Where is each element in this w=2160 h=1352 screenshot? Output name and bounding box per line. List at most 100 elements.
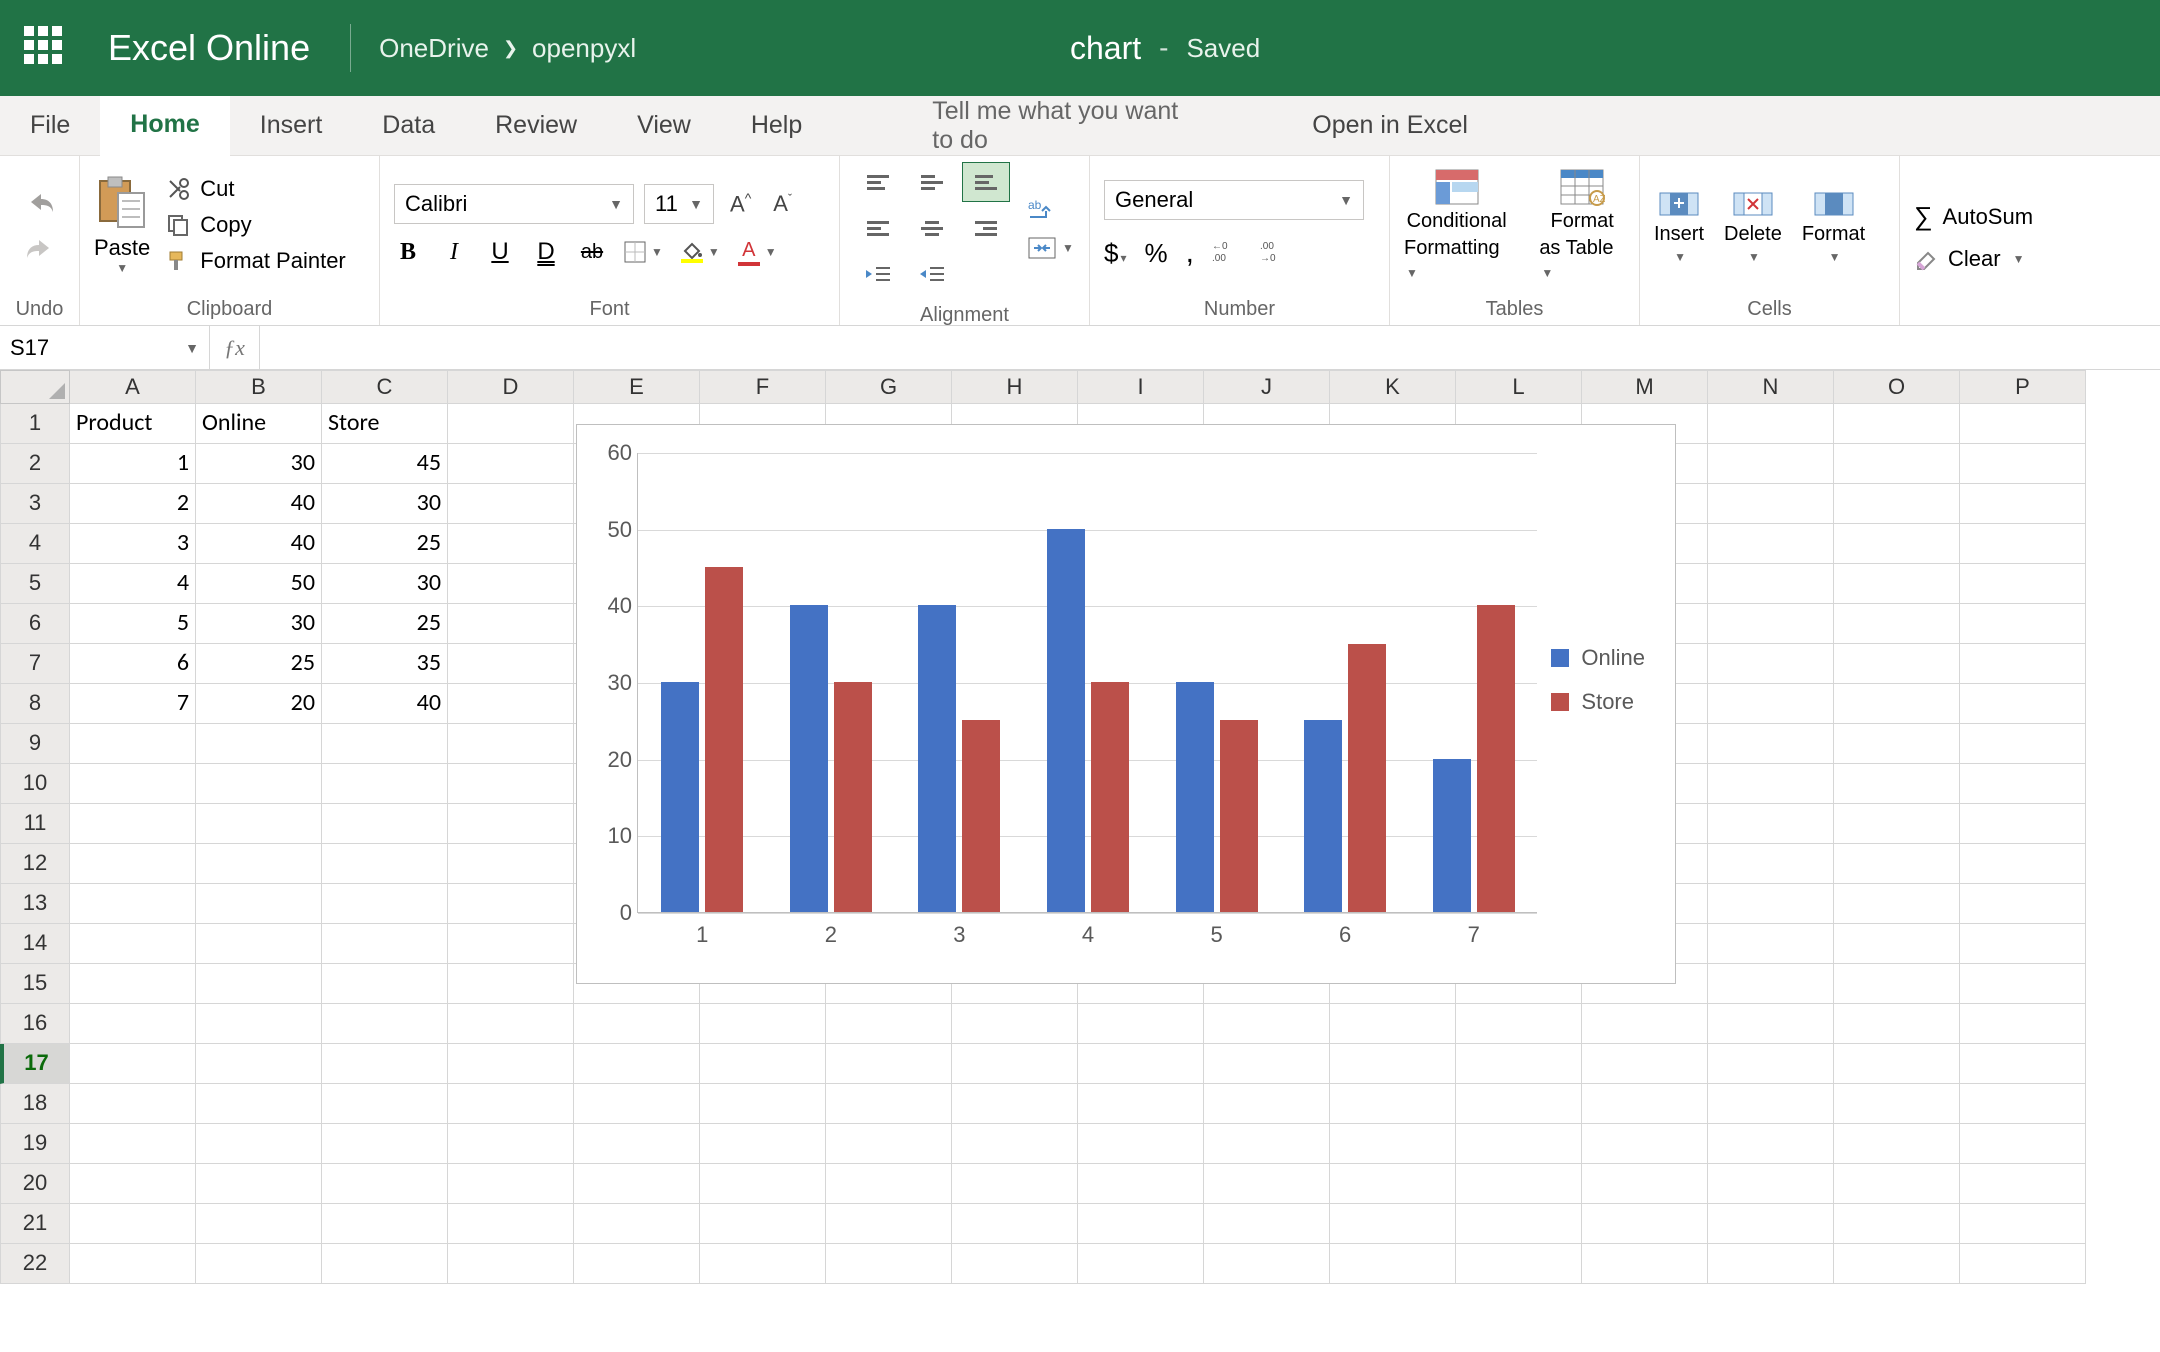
cell[interactable]	[322, 1084, 448, 1124]
cell[interactable]	[1582, 1204, 1708, 1244]
cell[interactable]	[448, 1244, 574, 1284]
cell[interactable]	[1708, 1164, 1834, 1204]
embedded-chart[interactable]: 01020304050601234567 OnlineStore	[576, 424, 1676, 984]
cell[interactable]	[1960, 684, 2086, 724]
cell[interactable]	[952, 1084, 1078, 1124]
cell[interactable]	[196, 884, 322, 924]
cell[interactable]	[1330, 1164, 1456, 1204]
percent-format-button[interactable]: %	[1145, 238, 1168, 269]
cell[interactable]: 3	[70, 524, 196, 564]
column-header[interactable]: H	[952, 370, 1078, 404]
grow-font-button[interactable]: A^	[724, 190, 757, 217]
cell[interactable]	[1834, 1204, 1960, 1244]
cell[interactable]	[1960, 1004, 2086, 1044]
row-header[interactable]: 13	[0, 884, 70, 924]
row-header[interactable]: 11	[0, 804, 70, 844]
cell[interactable]	[70, 1004, 196, 1044]
cell[interactable]	[1834, 1244, 1960, 1284]
column-header[interactable]: L	[1456, 370, 1582, 404]
cell[interactable]	[448, 1044, 574, 1084]
cell[interactable]	[1834, 1044, 1960, 1084]
cell[interactable]	[1204, 1004, 1330, 1044]
cell[interactable]	[1834, 404, 1960, 444]
cell[interactable]	[1708, 884, 1834, 924]
cell[interactable]	[322, 1204, 448, 1244]
cell[interactable]	[1456, 1044, 1582, 1084]
cell[interactable]	[448, 564, 574, 604]
cell[interactable]	[70, 1204, 196, 1244]
cell[interactable]	[1834, 1084, 1960, 1124]
cell[interactable]	[952, 1004, 1078, 1044]
chart-bar[interactable]	[1091, 682, 1129, 912]
cell[interactable]	[1834, 884, 1960, 924]
chart-bar[interactable]	[918, 605, 956, 912]
cell[interactable]	[826, 1004, 952, 1044]
cell[interactable]	[826, 1084, 952, 1124]
cell[interactable]	[196, 1124, 322, 1164]
breadcrumb-root[interactable]: OneDrive	[379, 33, 489, 64]
cell[interactable]	[1708, 524, 1834, 564]
cell[interactable]	[700, 1244, 826, 1284]
cell[interactable]	[448, 484, 574, 524]
cell[interactable]	[1582, 1244, 1708, 1284]
align-right-button[interactable]	[962, 208, 1010, 248]
merge-center-button[interactable]: ▼	[1028, 237, 1074, 259]
cut-button[interactable]: Cut	[166, 176, 346, 202]
decrease-decimal-button[interactable]: .00→0	[1260, 239, 1290, 268]
cell[interactable]	[1708, 684, 1834, 724]
cell[interactable]	[1708, 724, 1834, 764]
tell-me-search[interactable]: Tell me what you want to do	[902, 96, 1212, 155]
chart-bar[interactable]	[1348, 644, 1386, 912]
cell[interactable]: 4	[70, 564, 196, 604]
cell[interactable]	[1078, 1124, 1204, 1164]
cell[interactable]	[1834, 924, 1960, 964]
cell[interactable]	[322, 1044, 448, 1084]
cell[interactable]	[1960, 1084, 2086, 1124]
column-header[interactable]: N	[1708, 370, 1834, 404]
shrink-font-button[interactable]: Aˇ	[767, 191, 798, 217]
cell[interactable]	[1204, 1204, 1330, 1244]
cell[interactable]	[1582, 1084, 1708, 1124]
cell[interactable]	[574, 1124, 700, 1164]
row-header[interactable]: 18	[0, 1084, 70, 1124]
cell[interactable]	[1204, 1124, 1330, 1164]
column-header[interactable]: D	[448, 370, 574, 404]
cell[interactable]	[1708, 804, 1834, 844]
cell[interactable]	[448, 804, 574, 844]
chart-bar[interactable]	[790, 605, 828, 912]
cell[interactable]	[1960, 1204, 2086, 1244]
cell[interactable]	[1078, 1204, 1204, 1244]
cell[interactable]	[448, 964, 574, 1004]
cell[interactable]	[1960, 404, 2086, 444]
menu-view[interactable]: View	[607, 96, 721, 155]
cell[interactable]	[1330, 1044, 1456, 1084]
cell[interactable]	[1708, 1004, 1834, 1044]
cell[interactable]	[1456, 1164, 1582, 1204]
cell[interactable]	[1330, 1084, 1456, 1124]
cell[interactable]	[1204, 1084, 1330, 1124]
cell[interactable]	[1078, 1164, 1204, 1204]
cell[interactable]	[1834, 484, 1960, 524]
row-header[interactable]: 10	[0, 764, 70, 804]
cell[interactable]	[1582, 1044, 1708, 1084]
cell[interactable]	[1204, 1244, 1330, 1284]
cell[interactable]	[1708, 844, 1834, 884]
cell[interactable]	[1708, 964, 1834, 1004]
chart-bar[interactable]	[1047, 529, 1085, 912]
align-left-button[interactable]	[854, 208, 902, 248]
cell[interactable]	[1078, 1084, 1204, 1124]
cell[interactable]	[322, 1164, 448, 1204]
cell[interactable]	[196, 964, 322, 1004]
cell[interactable]	[196, 1084, 322, 1124]
cell[interactable]	[1960, 1164, 2086, 1204]
cell[interactable]	[70, 1044, 196, 1084]
cell[interactable]	[1204, 1044, 1330, 1084]
cell[interactable]	[1960, 524, 2086, 564]
cell[interactable]: 40	[322, 684, 448, 724]
cell[interactable]: 25	[322, 524, 448, 564]
cell[interactable]	[952, 1164, 1078, 1204]
document-name[interactable]: chart	[1070, 30, 1141, 67]
cell[interactable]	[1960, 444, 2086, 484]
cell[interactable]	[1708, 1044, 1834, 1084]
cell[interactable]	[1330, 1004, 1456, 1044]
